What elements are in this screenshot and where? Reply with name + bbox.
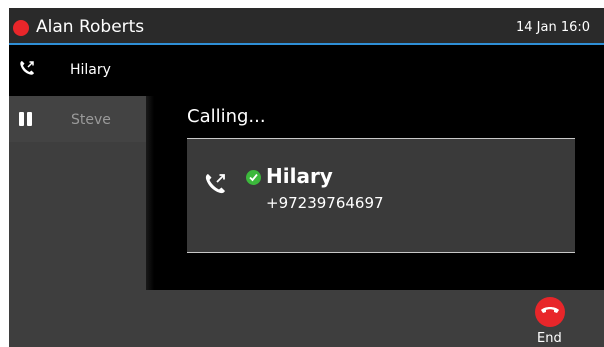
call-list-empty-area bbox=[9, 142, 146, 290]
hold-icon bbox=[19, 112, 33, 126]
contact-name: Hilary bbox=[266, 164, 333, 188]
user-name: Alan Roberts bbox=[36, 17, 145, 37]
status-bar: Alan Roberts 14 Jan 16:0 bbox=[9, 8, 604, 45]
softkey-bar: End bbox=[9, 290, 604, 347]
contact-number: +97239764697 bbox=[266, 194, 384, 212]
call-status-label: Calling... bbox=[187, 106, 266, 127]
call-item-held[interactable]: Steve bbox=[9, 96, 146, 143]
presence-status-icon bbox=[13, 20, 29, 36]
outgoing-call-icon bbox=[19, 60, 35, 76]
call-item-name: Hilary bbox=[70, 62, 111, 78]
phone-screen: Alan Roberts 14 Jan 16:0 Hilary Steve Ca… bbox=[9, 8, 604, 347]
call-card: Hilary +97239764697 bbox=[187, 138, 575, 253]
divider bbox=[146, 96, 154, 290]
date-time: 14 Jan 16:0 bbox=[516, 20, 591, 35]
call-item-active[interactable]: Hilary bbox=[9, 46, 604, 92]
end-call-button[interactable]: End bbox=[523, 296, 579, 346]
call-item-name: Steve bbox=[71, 112, 111, 128]
end-call-label: End bbox=[537, 331, 562, 346]
available-presence-icon bbox=[246, 170, 261, 185]
outgoing-call-icon bbox=[204, 171, 228, 195]
end-call-icon bbox=[535, 297, 565, 327]
